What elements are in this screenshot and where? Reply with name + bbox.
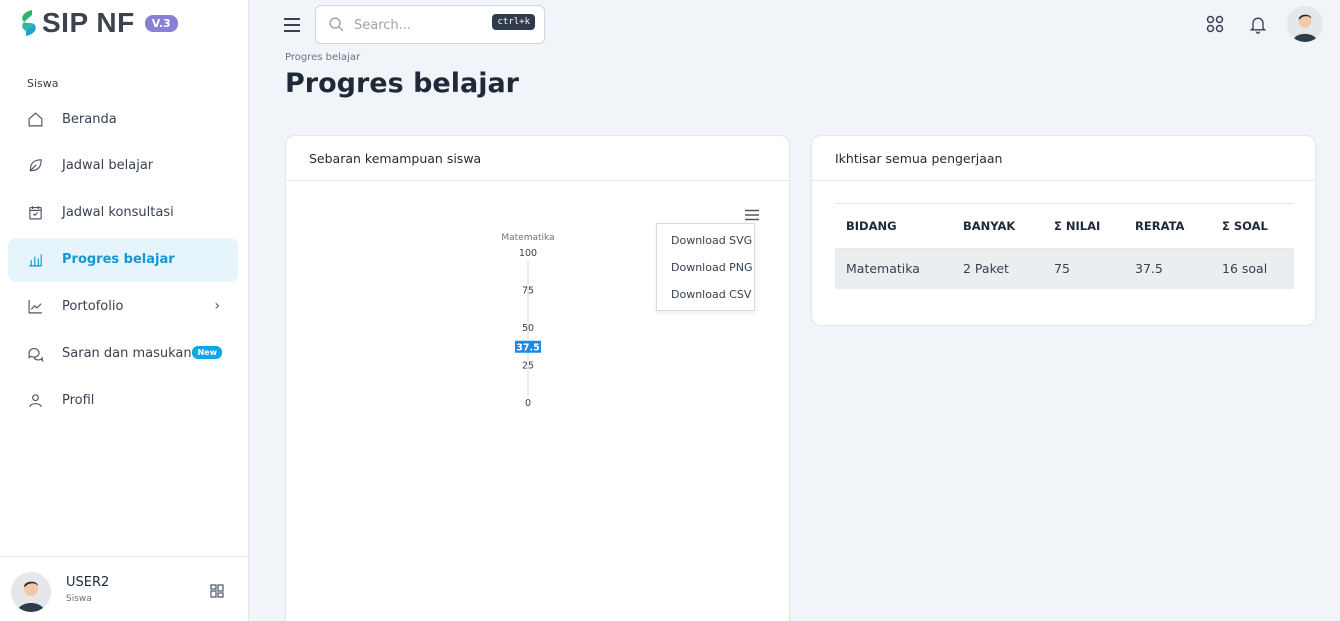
- version-badge: V.3: [144, 14, 178, 32]
- sidebar-item-label: Jadwal belajar: [62, 158, 154, 174]
- y-tick-label: 0: [525, 398, 531, 409]
- sidebar-item-saran-dan-masukan[interactable]: Saran dan masukan New: [8, 331, 238, 375]
- download-svg-item[interactable]: Download SVG: [657, 227, 754, 254]
- ability-chart: Matematika 100 75 50 25 0 37.5 Download SVG Do…: [286, 181, 791, 441]
- sidebar-item-label: Progres belajar: [62, 252, 175, 268]
- y-tick-label: 75: [522, 286, 534, 297]
- sidebar: SIP NF V.3 Siswa Beranda Jadwal belajar …: [0, 0, 249, 621]
- category-label: Matematika: [501, 233, 554, 243]
- sidebar-item-jadwal-belajar[interactable]: Jadwal belajar: [8, 144, 238, 188]
- summary-card: Ikhtisar semua pengerjaan BIDANG BANYAK …: [811, 135, 1316, 326]
- user-name: USER2: [66, 575, 110, 590]
- new-badge: New: [192, 346, 222, 360]
- page-title: Progres belajar: [285, 68, 519, 99]
- search-input[interactable]: [354, 14, 494, 36]
- column-header: RERATA: [1124, 203, 1211, 249]
- sidebar-item-portofolio[interactable]: Portofolio ›: [8, 285, 238, 329]
- breadcrumb: Progres belajar: [285, 52, 361, 63]
- switch-layout-icon[interactable]: [210, 584, 224, 598]
- sidebar-item-label: Profil: [62, 392, 95, 408]
- app-logo[interactable]: SIP NF V.3: [18, 7, 178, 38]
- leaf-icon: [26, 157, 44, 175]
- search-shortcut-badge: ctrl+k: [492, 14, 535, 30]
- leaf-logo-icon: [22, 10, 36, 36]
- avatar[interactable]: [11, 572, 51, 612]
- hamburger-menu-icon[interactable]: [283, 17, 301, 33]
- table-cell: 16 soal: [1211, 248, 1294, 289]
- card-title: Sebaran kemampuan siswa: [286, 136, 789, 181]
- sidebar-nav: Beranda Jadwal belajar Jadwal konsultasi…: [8, 97, 238, 425]
- calendar-check-icon: [26, 204, 44, 222]
- user-icon: [26, 391, 44, 409]
- column-header: Σ SOAL: [1211, 203, 1294, 249]
- sidebar-item-label: Beranda: [62, 111, 117, 127]
- download-csv-item[interactable]: Download CSV: [657, 281, 754, 308]
- distribution-card: Sebaran kemampuan siswa Matematika 100 75 5…: [285, 135, 790, 621]
- apps-grid-icon[interactable]: [1205, 14, 1225, 34]
- home-icon: [26, 110, 44, 128]
- sidebar-item-jadwal-konsultasi[interactable]: Jadwal konsultasi: [8, 191, 238, 235]
- export-menu: Download SVG Download PNG Download CSV: [656, 223, 755, 311]
- sidebar-item-beranda[interactable]: Beranda: [8, 97, 238, 141]
- user-role: Siswa: [66, 594, 92, 604]
- table-row: Matematika 2 Paket 75 37.5 16 soal: [835, 248, 1294, 289]
- sidebar-footer: USER2 Siswa: [0, 556, 249, 621]
- column-header: Σ NILAI: [1043, 203, 1124, 249]
- table-cell: 75: [1043, 248, 1124, 289]
- column-header: BIDANG: [835, 203, 952, 249]
- trending-up-icon: [26, 298, 44, 316]
- bar-chart-icon: [26, 251, 44, 269]
- sidebar-item-progres-belajar[interactable]: Progres belajar: [8, 237, 238, 282]
- search-icon: [329, 17, 344, 32]
- sidebar-item-label: Saran dan masukan: [62, 345, 192, 361]
- summary-table: BIDANG BANYAK Σ NILAI RERATA Σ SOAL Mate…: [835, 203, 1294, 289]
- sidebar-item-label: Portofolio: [62, 299, 124, 315]
- table-header-row: BIDANG BANYAK Σ NILAI RERATA Σ SOAL: [835, 203, 1294, 249]
- chevron-right-icon: ›: [214, 297, 220, 314]
- sidebar-section-label: Siswa: [27, 77, 59, 90]
- user-avatar-top[interactable]: [1287, 6, 1323, 42]
- chart-menu-icon[interactable]: [744, 209, 760, 221]
- column-header: BANYAK: [952, 203, 1043, 249]
- search-box[interactable]: ctrl+k: [315, 5, 545, 44]
- bell-icon[interactable]: [1248, 14, 1268, 34]
- card-title: Ikhtisar semua pengerjaan: [812, 136, 1315, 181]
- y-tick-label: 25: [522, 361, 534, 372]
- chat-icon: [26, 344, 44, 362]
- sidebar-item-profil[interactable]: Profil: [8, 378, 238, 422]
- logo-text: SIP NF: [42, 7, 135, 38]
- sidebar-item-label: Jadwal konsultasi: [62, 205, 174, 221]
- chart-svg: Matematika 100 75 50 25 0 37.5: [501, 233, 554, 409]
- table-cell: 37.5: [1124, 248, 1211, 289]
- data-label: 37.5: [516, 342, 539, 353]
- table-cell: 2 Paket: [952, 248, 1043, 289]
- y-tick-label: 100: [519, 248, 537, 259]
- y-tick-label: 50: [522, 323, 534, 334]
- table-cell: Matematika: [835, 248, 952, 289]
- download-png-item[interactable]: Download PNG: [657, 254, 754, 281]
